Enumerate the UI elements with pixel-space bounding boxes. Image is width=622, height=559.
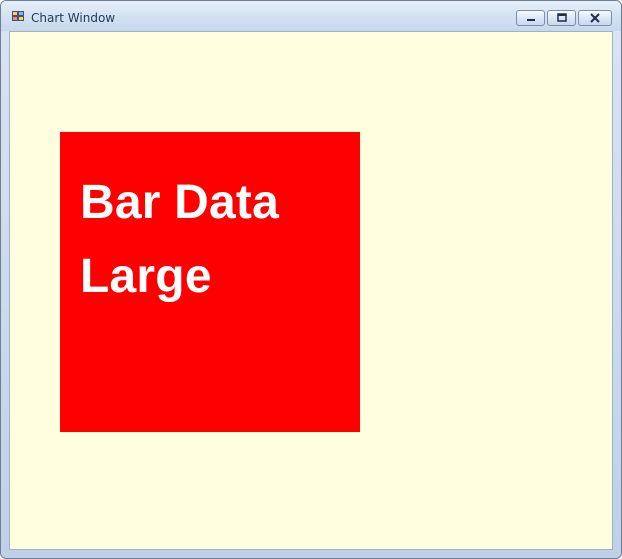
bar-data-large-tile[interactable]: Bar Data Large [60,132,360,432]
app-icon [12,11,26,23]
maximize-button[interactable] [547,10,576,26]
window-controls [516,10,612,26]
window-title: Chart Window [31,11,116,25]
tile-title-line-2: Large [80,250,212,303]
close-button[interactable] [578,10,612,26]
title-bar[interactable]: Chart Window [1,1,621,31]
minimize-icon [526,19,535,21]
close-icon [590,13,600,23]
chart-window: Chart Window Bar Data Large [0,0,622,559]
chart-client-area: Bar Data Large [9,31,613,550]
tile-title-line-1: Bar Data [80,176,280,229]
maximize-icon [556,13,567,22]
minimize-button[interactable] [516,10,545,26]
